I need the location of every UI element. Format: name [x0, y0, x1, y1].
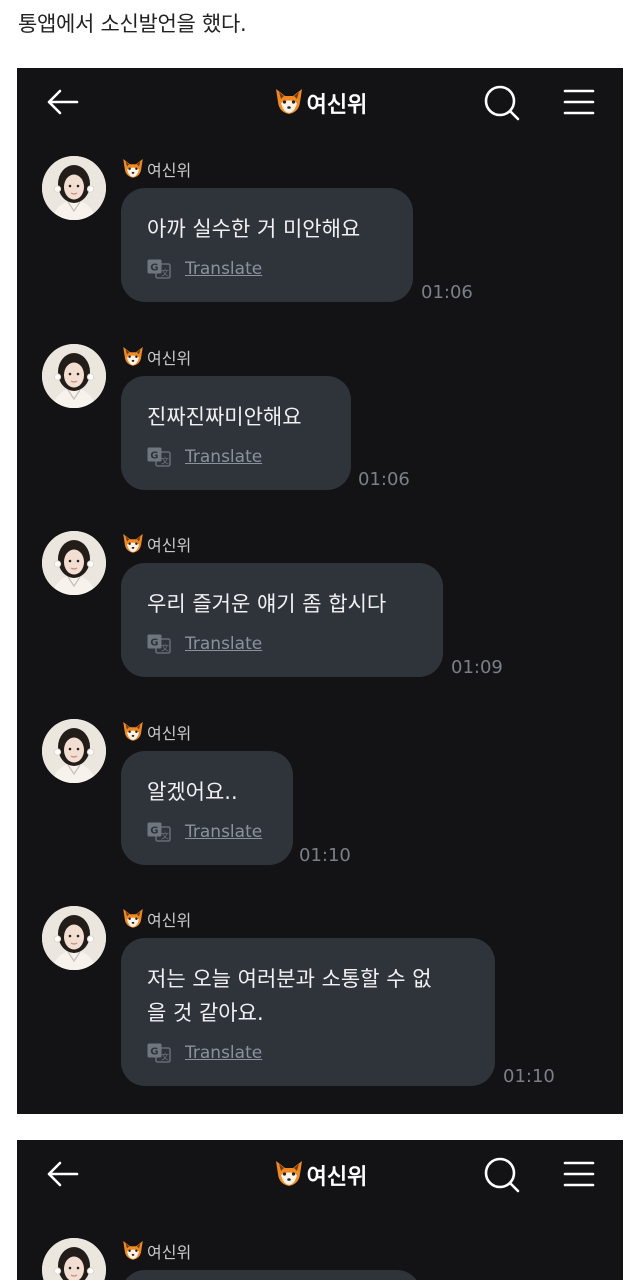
message-text: 저는 오늘 여러분과 소통할 수 없 을 것 같아요.	[147, 967, 432, 1025]
google-translate-icon	[147, 634, 171, 654]
sender-name: 여신위	[121, 531, 191, 555]
message-timestamp: 01:06	[358, 469, 410, 490]
sender-name: 여신위	[121, 156, 191, 180]
sender-name: 여신위	[121, 906, 191, 930]
message-bubble[interactable]: 진짜진짜미안해요 Translate	[121, 376, 351, 490]
hamburger-menu-icon[interactable]	[559, 82, 599, 122]
translate-link[interactable]: Translate	[185, 1043, 262, 1063]
sender-name: 여신위	[121, 719, 191, 743]
translate-link[interactable]: Translate	[185, 447, 262, 467]
message-bubble[interactable]	[121, 1270, 421, 1280]
google-translate-icon	[147, 1043, 171, 1063]
google-translate-icon	[147, 822, 171, 842]
message-bubble[interactable]: 우리 즐거운 얘기 좀 합시다 Translate	[121, 563, 443, 677]
avatar[interactable]	[42, 1238, 106, 1280]
avatar[interactable]	[42, 719, 106, 783]
message-text: 알겠어요..	[147, 780, 238, 804]
chat-screenshot-1: 여신위 여신위 아까 실수한 거 미안해요 Translate 01:06 여신…	[17, 68, 623, 1114]
search-icon[interactable]	[481, 82, 521, 122]
translate-link[interactable]: Translate	[185, 822, 262, 842]
translate-row: Translate	[147, 444, 327, 470]
chat-room-title: 여신위	[17, 1157, 623, 1195]
fox-emoji-icon	[273, 85, 305, 117]
message-text: 우리 즐거운 얘기 좀 합시다	[147, 592, 387, 616]
message-bubble[interactable]: 아까 실수한 거 미안해요 Translate	[121, 188, 413, 302]
message-bubble[interactable]: 저는 오늘 여러분과 소통할 수 없 을 것 같아요. Translate	[121, 938, 495, 1086]
search-icon[interactable]	[481, 1154, 521, 1194]
sender-name: 여신위	[121, 344, 191, 368]
fox-emoji-icon	[121, 1238, 145, 1262]
message-bubble[interactable]: 알겠어요.. Translate	[121, 751, 293, 865]
avatar[interactable]	[42, 344, 106, 408]
message-timestamp: 01:10	[299, 845, 351, 866]
post-title: 통앱에서 소신발언을 했다.	[18, 12, 247, 36]
room-title-text: 여신위	[306, 1165, 368, 1190]
avatar[interactable]	[42, 531, 106, 595]
fox-emoji-icon	[121, 719, 145, 743]
fox-emoji-icon	[121, 156, 145, 180]
message-text: 진짜진짜미안해요	[147, 405, 302, 429]
google-translate-icon	[147, 447, 171, 467]
message-timestamp: 01:09	[451, 657, 503, 678]
fox-emoji-icon	[121, 906, 145, 930]
translate-row: Translate	[147, 631, 419, 657]
chat-header: 여신위	[17, 68, 623, 140]
avatar[interactable]	[42, 156, 106, 220]
fox-emoji-icon	[273, 1157, 305, 1189]
translate-row: Translate	[147, 819, 269, 845]
message-text: 아까 실수한 거 미안해요	[147, 217, 361, 241]
translate-link[interactable]: Translate	[185, 634, 262, 654]
hamburger-menu-icon[interactable]	[559, 1154, 599, 1194]
translate-link[interactable]: Translate	[185, 259, 262, 279]
fox-emoji-icon	[121, 344, 145, 368]
chat-room-title: 여신위	[17, 85, 623, 123]
avatar[interactable]	[42, 906, 106, 970]
google-translate-icon	[147, 259, 171, 279]
room-title-text: 여신위	[306, 93, 368, 118]
message-timestamp: 01:06	[421, 282, 473, 303]
chat-screenshot-2: 여신위 여신위	[17, 1140, 623, 1280]
translate-row: Translate	[147, 1040, 471, 1066]
message-timestamp: 01:10	[503, 1066, 555, 1087]
sender-name: 여신위	[121, 1238, 191, 1262]
fox-emoji-icon	[121, 531, 145, 555]
chat-header: 여신위	[17, 1140, 623, 1212]
translate-row: Translate	[147, 256, 389, 282]
